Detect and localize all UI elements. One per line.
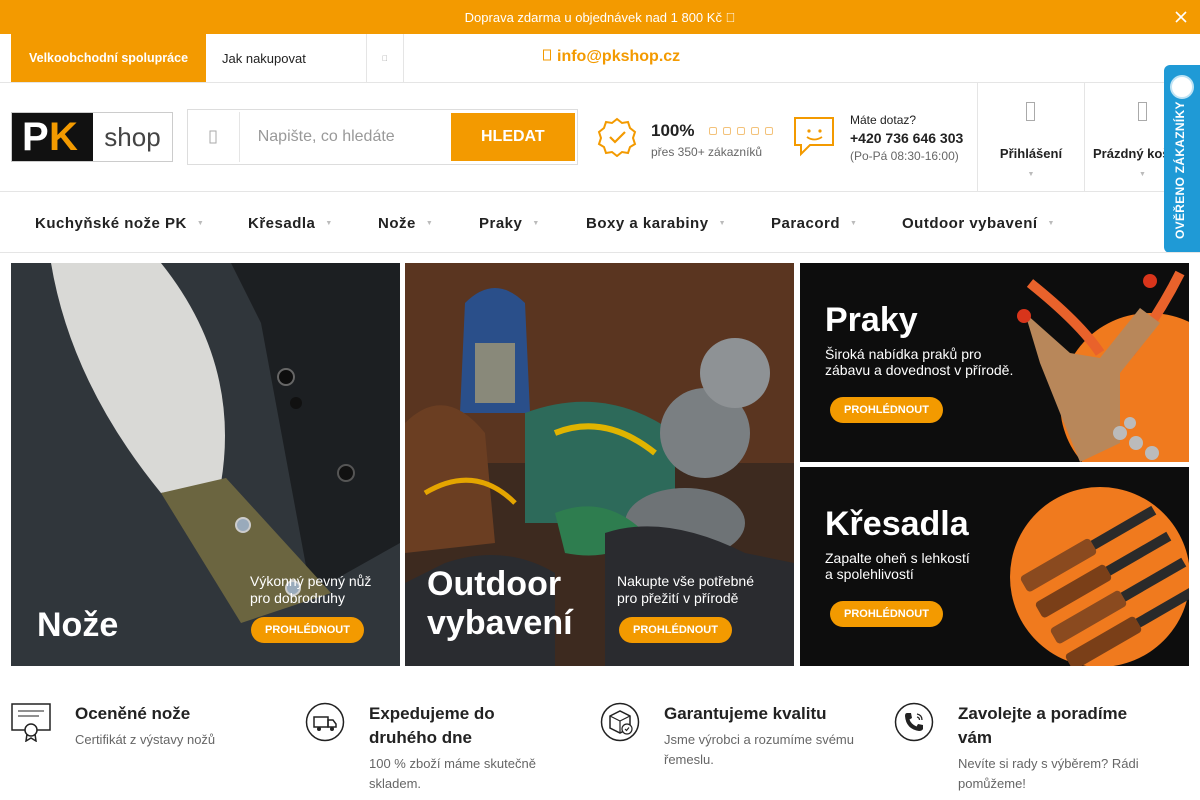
banner-slingshots-subtitle-2: zábavu a dovednost v přírodě. bbox=[825, 362, 1014, 378]
banner-knives-subtitle-1: Výkonný pevný nůž bbox=[250, 573, 372, 589]
feature-title: Zavolejte a poradíme vám bbox=[958, 704, 1128, 747]
banner-outdoor-subtitle-2: pro přežití v přírodě bbox=[617, 590, 739, 606]
contact-box: Máte dotaz? +420 736 646 303 (Po-Pá 08:3… bbox=[792, 113, 963, 164]
feature-shipping: Expedujeme do druhého dne 100 % zboží má… bbox=[305, 702, 565, 794]
chevron-down-icon: ▼ bbox=[1047, 220, 1055, 227]
chevron-down-icon: ▼ bbox=[325, 220, 333, 227]
chevron-down-icon: ▼ bbox=[850, 220, 858, 227]
search-button[interactable]: HLEDAT bbox=[450, 113, 575, 161]
search-icon bbox=[190, 112, 240, 162]
contact-question: Máte dotaz? bbox=[850, 113, 917, 127]
heureka-seal-icon bbox=[1170, 75, 1194, 99]
envelope-icon bbox=[543, 48, 551, 66]
feature-description: Nevíte si rady s výběrem? Rádi pomůžeme! bbox=[958, 756, 1139, 791]
banner-flint-subtitle-1: Zapalte oheň s lehkostí bbox=[825, 550, 970, 566]
login-label: Přihlášení bbox=[999, 146, 1063, 161]
feature-description: 100 % zboží máme skutečně skladem. bbox=[369, 756, 536, 791]
star-icon bbox=[750, 127, 759, 136]
chevron-down-icon: ▼ bbox=[196, 220, 205, 227]
banner-outdoor-title-1: Outdoor bbox=[427, 565, 562, 603]
pkshop-logo[interactable]: P K shop bbox=[11, 112, 173, 162]
email-text: info@pkshop.cz bbox=[557, 48, 681, 65]
contact-hours: (Po-Pá 08:30-16:00) bbox=[850, 149, 959, 163]
banner-flint-subtitle-2: a spolehlivostí bbox=[825, 566, 914, 582]
secondary-nav: Velkoobchodní spolupráce Jak nakupovat … bbox=[0, 34, 1200, 83]
star-icon bbox=[708, 127, 717, 136]
banner-slingshots-button[interactable]: PROHLÉDNOUT bbox=[830, 397, 943, 423]
nav-item-slingshots[interactable]: Praky ▼ bbox=[479, 215, 540, 232]
banner-outdoor-title-2: vybavení bbox=[427, 604, 573, 642]
customer-rating: 100% přes 350+ zákazníků bbox=[597, 117, 773, 162]
certificate-icon bbox=[11, 702, 51, 743]
login-button[interactable]: Přihlášení ▼ bbox=[977, 83, 1084, 191]
chevron-down-icon: ▼ bbox=[1027, 171, 1035, 178]
feature-title: Garantujeme kvalitu bbox=[664, 704, 827, 723]
rating-subtitle: přes 350+ zákazníků bbox=[651, 144, 763, 159]
nav-item-boxes[interactable]: Boxy a karabiny ▼ bbox=[586, 215, 726, 232]
user-icon bbox=[978, 101, 1084, 123]
banner-outdoor[interactable]: Outdoor vybavení Nakupte vše potřebné pr… bbox=[405, 263, 794, 666]
nav-item-knives[interactable]: Nože ▼ bbox=[378, 215, 433, 232]
logo-word: shop bbox=[104, 121, 161, 152]
search-bar: HLEDAT bbox=[187, 109, 578, 165]
feature-title: Oceněné nože bbox=[75, 704, 191, 723]
banner-knives-subtitle-2: pro dobrodruhy bbox=[250, 590, 345, 606]
rating-stars bbox=[708, 127, 773, 136]
chat-bubble-icon bbox=[792, 113, 838, 164]
banner-flint-button[interactable]: PROHLÉDNOUT bbox=[830, 601, 943, 627]
main-nav: Kuchyňské nože PK ▼ Křesadla ▼ Nože ▼ Praky… bbox=[0, 192, 1200, 253]
rating-percent: 100% bbox=[651, 120, 695, 140]
more-menu-button[interactable]:  bbox=[367, 34, 404, 82]
logo-mark: P K bbox=[12, 113, 93, 161]
banner-knives[interactable]: Výkonný pevný nůž pro dobrodruhy Nože PR… bbox=[11, 263, 400, 666]
nav-item-kitchen-knives[interactable]: Kuchyňské nože PK ▼ bbox=[35, 215, 204, 232]
phone-icon bbox=[894, 702, 934, 742]
shipping-promo-text: Doprava zdarma u objednávek nad 1 800 Kč… bbox=[465, 9, 736, 25]
quality-box-icon bbox=[600, 702, 640, 742]
feature-title: Expedujeme do druhého dne bbox=[369, 704, 495, 747]
feature-awarded-knives: Oceněné nože Certifikát z výstavy nožů bbox=[11, 702, 271, 750]
banner-slingshots-subtitle-1: Široká nabídka praků pro bbox=[825, 346, 982, 362]
feature-description: Jsme výrobci a rozumíme svému řemeslu. bbox=[664, 732, 854, 767]
banner-slingshots[interactable]: Praky Široká nabídka praků pro zábavu a … bbox=[800, 263, 1189, 462]
nav-item-outdoor[interactable]: Outdoor vybavení ▼ bbox=[902, 215, 1055, 232]
banner-knives-title: Nože bbox=[37, 606, 119, 644]
nav-item-paracord[interactable]: Paracord ▼ bbox=[771, 215, 857, 232]
email-link[interactable]: info@pkshop.cz bbox=[543, 48, 680, 66]
banner-flint[interactable]: Křesadla Zapalte oheň s lehkostí a spole… bbox=[800, 467, 1189, 666]
wholesale-link[interactable]: Velkoobchodní spolupráce bbox=[11, 34, 206, 82]
phone-number[interactable]: +420 736 646 303 bbox=[850, 130, 963, 146]
banner-slingshots-title: Praky bbox=[825, 301, 918, 339]
how-to-buy-link[interactable]: Jak nakupovat bbox=[206, 34, 367, 82]
chevron-down-icon: ▼ bbox=[425, 220, 434, 227]
shipping-promo-bar: Doprava zdarma u objednávek nad 1 800 Kč… bbox=[0, 0, 1200, 34]
close-icon[interactable] bbox=[1172, 8, 1190, 26]
banner-outdoor-subtitle-1: Nakupte vše potřebné bbox=[617, 573, 754, 589]
star-icon bbox=[736, 127, 745, 136]
feature-quality: Garantujeme kvalitu Jsme výrobci a rozum… bbox=[600, 702, 860, 770]
delivery-truck-icon bbox=[305, 702, 345, 742]
banner-outdoor-button[interactable]: PROHLÉDNOUT bbox=[619, 617, 732, 643]
search-input[interactable] bbox=[239, 112, 451, 162]
chevron-down-icon: ▼ bbox=[718, 220, 726, 227]
chevron-down-icon: ▼ bbox=[532, 220, 540, 227]
banner-knives-button[interactable]: PROHLÉDNOUT bbox=[251, 617, 364, 643]
star-icon bbox=[722, 127, 731, 136]
banner-flint-title: Křesadla bbox=[825, 505, 969, 543]
nav-item-flint[interactable]: Křesadla ▼ bbox=[248, 215, 333, 232]
certified-badge-icon bbox=[597, 117, 637, 162]
star-icon bbox=[764, 127, 773, 136]
feature-call-us: Zavolejte a poradíme vám Nevíte si rady … bbox=[894, 702, 1154, 794]
header: P K shop HLEDAT 100% bbox=[0, 83, 1200, 192]
feature-description: Certifikát z výstavy nožů bbox=[75, 732, 216, 747]
